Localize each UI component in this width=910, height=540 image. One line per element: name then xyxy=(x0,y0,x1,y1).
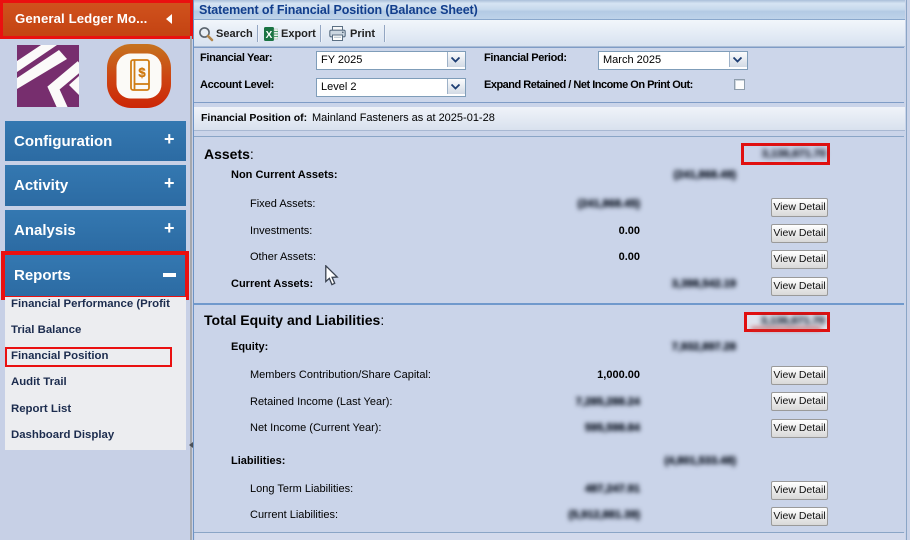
svg-text:X: X xyxy=(266,30,273,41)
svg-text:$: $ xyxy=(138,65,146,80)
